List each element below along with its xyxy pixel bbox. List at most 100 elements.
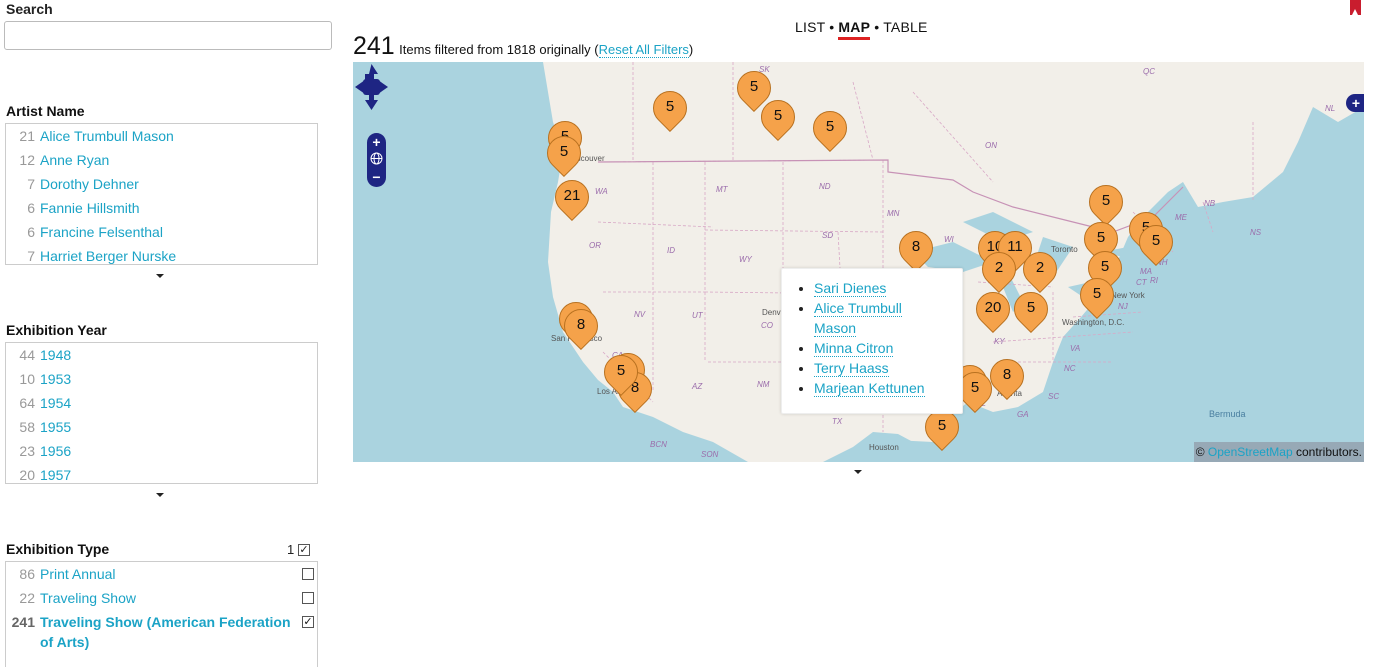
map-marker[interactable]: 21 <box>547 172 597 222</box>
map-marker[interactable]: 5 <box>950 364 1000 414</box>
map-marker[interactable]: 8 <box>556 301 606 351</box>
facet-count: 7 <box>27 176 35 192</box>
expand-artist-icon[interactable] <box>155 272 165 280</box>
popup-artist-link[interactable]: Sari Dienes <box>814 280 887 297</box>
facet-value[interactable]: 1948 <box>40 343 71 367</box>
facet-item[interactable]: 10 1953 <box>6 367 317 391</box>
facet-item[interactable]: 20 1957 <box>6 463 317 483</box>
facet-checkbox[interactable] <box>302 592 314 604</box>
map-marker[interactable]: 8 <box>982 351 1032 401</box>
facet-item[interactable]: 241 Traveling Show (American Federation o… <box>6 610 317 654</box>
map-marker[interactable]: 5 <box>1006 284 1056 334</box>
facet-count: 64 <box>19 395 35 411</box>
facet-value[interactable]: Fannie Hillsmith <box>40 196 140 220</box>
facet-list-year[interactable]: 44 1948 10 1953 64 1954 58 1955 23 1956 20 195… <box>5 342 318 484</box>
facet-list-artist[interactable]: 21 Alice Trumbull Mason 12 Anne Ryan 7 Doro… <box>5 123 318 265</box>
marker-count: 20 <box>984 299 1002 316</box>
popup-artist-link[interactable]: Terry Haass <box>814 360 889 377</box>
facet-value[interactable]: 1953 <box>40 367 71 391</box>
expand-map-icon[interactable] <box>853 470 863 478</box>
facet-value[interactable]: 1957 <box>40 463 71 483</box>
facet-item[interactable]: 86 Print Annual <box>6 562 317 586</box>
facet-item[interactable]: 21 Alice Trumbull Mason <box>6 124 317 148</box>
pan-control-icon[interactable] <box>353 62 390 112</box>
view-list-link[interactable]: LIST <box>795 19 825 35</box>
facet-value[interactable]: Francine Felsenthal <box>40 220 163 244</box>
map-marker[interactable]: 2 <box>1015 244 1065 294</box>
map-region-label: KY <box>994 337 1005 346</box>
zoom-in-button[interactable]: + <box>367 135 386 149</box>
facet-title-artist: Artist Name <box>6 103 85 119</box>
popup-artist-link[interactable]: Minna Citron <box>814 340 894 357</box>
facet-value[interactable]: Anne Ryan <box>40 148 109 172</box>
facet-value[interactable]: Dorothy Dehner <box>40 172 139 196</box>
facet-value[interactable]: Print Annual <box>40 562 116 586</box>
marker-count: 5 <box>1096 229 1106 246</box>
facet-item[interactable]: 6 Fannie Hillsmith <box>6 196 317 220</box>
map-region-label: ID <box>667 246 675 255</box>
expand-year-icon[interactable] <box>155 491 165 499</box>
facet-checkbox-checked[interactable]: ✓ <box>302 616 314 628</box>
facet-item[interactable]: 22 Traveling Show <box>6 586 317 610</box>
marker-count: 5 <box>616 362 626 379</box>
openstreetmap-link[interactable]: OpenStreetMap <box>1208 445 1293 459</box>
facet-value[interactable]: 1956 <box>40 439 71 463</box>
marker-count: 8 <box>1002 366 1012 383</box>
facet-item[interactable]: 6 Francine Felsenthal <box>6 220 317 244</box>
map-region-label: RI <box>1150 276 1158 285</box>
map-region-label: VA <box>1070 344 1081 353</box>
map-marker[interactable]: 20 <box>968 284 1018 334</box>
facet-item[interactable]: 23 1956 <box>6 439 317 463</box>
facet-item[interactable]: 44 1948 <box>6 343 317 367</box>
map-marker[interactable]: 5 <box>645 83 695 133</box>
facet-value[interactable]: Alice Trumbull Mason <box>40 124 174 148</box>
facet-checkbox[interactable] <box>302 568 314 580</box>
map-marker[interactable]: 5 <box>917 402 967 452</box>
facet-item[interactable]: 7 Dorothy Dehner <box>6 172 317 196</box>
marker-count: 8 <box>576 316 586 333</box>
map-marker[interactable]: 8 <box>891 223 941 273</box>
view-table-link[interactable]: TABLE <box>883 19 927 35</box>
globe-icon[interactable] <box>370 152 383 165</box>
map-view[interactable]: SK QC ON NL NB ME NS MT ND WA MN WI SD O… <box>353 62 1364 462</box>
marker-count: 5 <box>1026 299 1036 316</box>
facet-clear-checkbox[interactable]: ✓ <box>298 544 310 556</box>
map-marker[interactable]: 5 <box>1081 177 1131 227</box>
facet-count: 23 <box>19 443 35 459</box>
map-marker[interactable]: 5 <box>1072 270 1122 320</box>
facet-value[interactable]: 1955 <box>40 415 71 439</box>
zoom-control[interactable]: + − <box>367 133 386 187</box>
map-marker[interactable]: 5 <box>596 347 646 397</box>
map-marker[interactable]: 5 <box>753 92 803 142</box>
popup-artist-link[interactable]: Marjean Kettunen <box>814 380 925 397</box>
reset-filters-link[interactable]: Reset All Filters <box>598 42 689 58</box>
filter-summary: 241 Items filtered from 1818 originally … <box>353 32 693 61</box>
layer-switcher-button[interactable]: + <box>1346 94 1364 112</box>
marker-count: 2 <box>994 259 1004 276</box>
map-region-label: MN <box>887 209 900 218</box>
popup-artist-link[interactable]: Mason <box>814 320 857 337</box>
facet-value[interactable]: 1954 <box>40 391 71 415</box>
search-input[interactable] <box>4 21 332 50</box>
map-marker[interactable]: 5 <box>539 128 589 178</box>
marker-count: 5 <box>559 143 569 160</box>
popup-artist-link[interactable]: Alice Trumbull <box>814 300 902 317</box>
facet-title-type: Exhibition Type <box>6 541 110 557</box>
item-count: 241 <box>353 32 395 60</box>
facet-value[interactable]: Harriet Berger Nurske <box>40 244 176 264</box>
facet-item[interactable]: 64 1954 <box>6 391 317 415</box>
map-marker[interactable]: 5 <box>1131 217 1181 267</box>
facet-item[interactable]: 58 1955 <box>6 415 317 439</box>
map-marker[interactable]: 5 <box>805 103 855 153</box>
facet-item[interactable]: 12 Anne Ryan <box>6 148 317 172</box>
map-marker[interactable]: 2 <box>974 244 1024 294</box>
zoom-out-button[interactable]: − <box>367 170 386 184</box>
map-region-label: WI <box>944 235 954 244</box>
facet-value[interactable]: Traveling Show (American Federation of Ar… <box>40 612 291 652</box>
map-city-label: New York <box>1111 291 1145 300</box>
facet-value[interactable]: Traveling Show <box>40 586 136 610</box>
facet-list-type[interactable]: 86 Print Annual 22 Traveling Show 241 Trav… <box>5 561 318 667</box>
bookmark-icon[interactable] <box>1350 0 1361 15</box>
view-map-link[interactable]: MAP <box>838 19 870 35</box>
facet-item[interactable]: 7 Harriet Berger Nurske <box>6 244 317 264</box>
